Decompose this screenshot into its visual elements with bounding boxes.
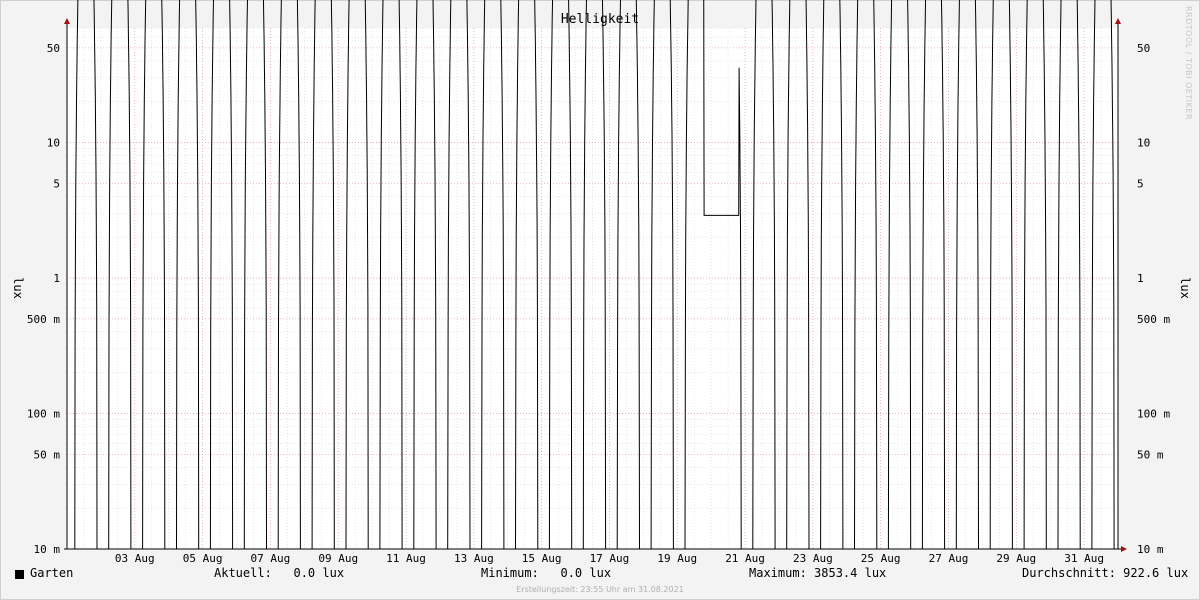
legend-maximum: Maximum: 3853.4 lux [749, 566, 887, 580]
x-tick-label: 11 Aug [386, 552, 426, 565]
x-tick-label: 09 Aug [318, 552, 358, 565]
x-tick-label: 15 Aug [522, 552, 562, 565]
x-tick-label: 07 Aug [251, 552, 291, 565]
x-tick-label: 29 Aug [996, 552, 1036, 565]
x-tick-label: 23 Aug [793, 552, 833, 565]
y-axis-arrow-left [64, 18, 70, 24]
footer-timestamp: Erstellungszeit: 23:55 Uhr am 31.08.2021 [516, 585, 684, 594]
x-tick-label: 05 Aug [183, 552, 223, 565]
x-tick-label: 19 Aug [657, 552, 697, 565]
y-tick-label-right: 10 [1137, 137, 1150, 150]
legend-minimum: Minimum: 0.0 lux [481, 566, 612, 580]
x-tick-label: 31 Aug [1064, 552, 1104, 565]
y-axis-arrow-right [1115, 18, 1121, 24]
x-tick-label: 21 Aug [725, 552, 765, 565]
y-tick-label-left: 50 [47, 42, 60, 55]
y-tick-label-left: 500 m [27, 313, 60, 326]
x-axis-arrow [1121, 546, 1127, 552]
y-tick-label-right: 100 m [1137, 408, 1170, 421]
x-tick-label: 25 Aug [861, 552, 901, 565]
x-tick-label: 27 Aug [929, 552, 969, 565]
y-tick-label-left: 50 m [34, 448, 61, 461]
y-tick-label-left: 5 [53, 177, 60, 190]
y-tick-label-right: 1 [1137, 272, 1144, 285]
rrdtool-credit: RRDTOOL / TOBI OETIKER [1184, 6, 1193, 121]
legend-swatch [15, 570, 24, 579]
y-tick-label-left: 10 [47, 137, 60, 150]
chart-svg: 10 m 10 m 50 m 50 m 100 m 100 m 500 m 500 m 1 1 5 5… [11, 0, 1192, 565]
chart-title: Helligkeit [561, 12, 639, 27]
y-tick-label-right: 5 [1137, 177, 1144, 190]
x-tick-label: 17 Aug [590, 552, 630, 565]
legend-series-label: Garten [30, 566, 74, 580]
legend-durchschnitt: Durchschnitt: 922.6 lux [1022, 566, 1189, 580]
y-tick-label-left: 100 m [27, 408, 60, 421]
x-tick-label: 13 Aug [454, 552, 494, 565]
y-tick-label-left: 10 m [34, 543, 61, 556]
y-tick-label-left: 1 [53, 272, 60, 285]
y-tick-label-right: 50 [1137, 42, 1150, 55]
y-tick-label-right: 500 m [1137, 313, 1170, 326]
x-tick-label: 03 Aug [115, 552, 155, 565]
y-axis-label-right: lux [1178, 277, 1192, 299]
y-tick-label-right: 50 m [1137, 448, 1164, 461]
y-axis-label-left: lux [11, 277, 25, 299]
y-tick-label-right: 10 m [1137, 543, 1164, 556]
legend-aktuell: Aktuell: 0.0 lux [214, 566, 345, 580]
